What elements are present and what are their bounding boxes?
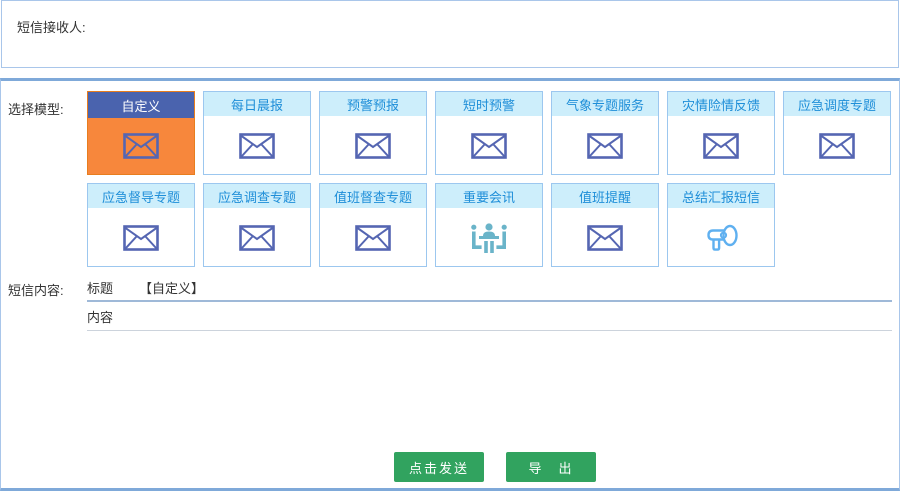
- empty-space: [1, 331, 899, 452]
- template-card-6[interactable]: 灾情险情反馈: [667, 91, 775, 175]
- template-grid: 自定义 每日晨报 预警预报 短时预警 气象专题服务 灾情险情反馈 应急调度专题 …: [87, 91, 893, 267]
- recipients-label: 短信接收人:: [10, 9, 96, 36]
- template-card-1[interactable]: 自定义: [87, 91, 195, 175]
- template-card-13[interactable]: 总结汇报短信: [667, 183, 775, 267]
- template-card-title: 应急督导专题: [88, 184, 194, 210]
- envelope-icon: [204, 118, 310, 174]
- template-card-title: 总结汇报短信: [668, 184, 774, 210]
- envelope-icon: [668, 118, 774, 174]
- template-card-title: 重要会讯: [436, 184, 542, 210]
- template-card-7[interactable]: 应急调度专题: [783, 91, 891, 175]
- content-label: 内容: [87, 307, 113, 326]
- template-card-title: 灾情险情反馈: [668, 92, 774, 118]
- template-card-title: 短时预警: [436, 92, 542, 118]
- envelope-icon: [320, 210, 426, 266]
- envelope-icon: [552, 210, 658, 266]
- megaphone-icon: [668, 210, 774, 266]
- template-card-title: 值班提醒: [552, 184, 658, 210]
- template-card-title: 应急调查专题: [204, 184, 310, 210]
- export-button[interactable]: 导 出: [506, 452, 596, 482]
- recipients-input-area[interactable]: 短信接收人:: [1, 0, 899, 68]
- envelope-icon: [784, 118, 890, 174]
- action-bar: 点击发送 导 出: [1, 452, 899, 482]
- envelope-icon: [320, 118, 426, 174]
- content-fields: 标题 【自定义】 内容: [87, 274, 892, 331]
- template-card-12[interactable]: 值班提醒: [551, 183, 659, 267]
- template-card-title: 自定义: [88, 92, 194, 118]
- envelope-icon: [88, 210, 194, 266]
- main-panel: 选择模型: 自定义 每日晨报 预警预报 短时预警 气象专题服务 灾情险情反馈 应…: [0, 78, 900, 491]
- template-card-2[interactable]: 每日晨报: [203, 91, 311, 175]
- template-card-5[interactable]: 气象专题服务: [551, 91, 659, 175]
- meeting-icon: [436, 210, 542, 266]
- template-card-11[interactable]: 重要会讯: [435, 183, 543, 267]
- template-card-10[interactable]: 值班督查专题: [319, 183, 427, 267]
- template-card-9[interactable]: 应急调查专题: [203, 183, 311, 267]
- title-field[interactable]: 标题 【自定义】: [87, 274, 892, 302]
- template-card-title: 预警预报: [320, 92, 426, 118]
- model-select-label: 选择模型:: [1, 91, 87, 267]
- envelope-icon: [436, 118, 542, 174]
- content-field[interactable]: 内容: [87, 302, 892, 331]
- envelope-icon: [204, 210, 310, 266]
- sms-compose-page: 短信接收人: 选择模型: 自定义 每日晨报 预警预报 短时预警 气象专题服务 灾…: [0, 0, 900, 492]
- envelope-icon: [88, 118, 194, 174]
- model-section: 选择模型: 自定义 每日晨报 预警预报 短时预警 气象专题服务 灾情险情反馈 应…: [1, 91, 899, 267]
- send-button[interactable]: 点击发送: [394, 452, 484, 482]
- template-card-title: 值班督查专题: [320, 184, 426, 210]
- template-card-title: 气象专题服务: [552, 92, 658, 118]
- template-card-title: 每日晨报: [204, 92, 310, 118]
- envelope-icon: [552, 118, 658, 174]
- template-card-8[interactable]: 应急督导专题: [87, 183, 195, 267]
- template-card-3[interactable]: 预警预报: [319, 91, 427, 175]
- content-section: 短信内容: 标题 【自定义】 内容: [1, 274, 899, 331]
- title-label: 标题: [87, 278, 113, 297]
- template-card-title: 应急调度专题: [784, 92, 890, 118]
- title-value: 【自定义】: [139, 278, 204, 297]
- template-card-4[interactable]: 短时预警: [435, 91, 543, 175]
- sms-content-label: 短信内容:: [1, 274, 87, 331]
